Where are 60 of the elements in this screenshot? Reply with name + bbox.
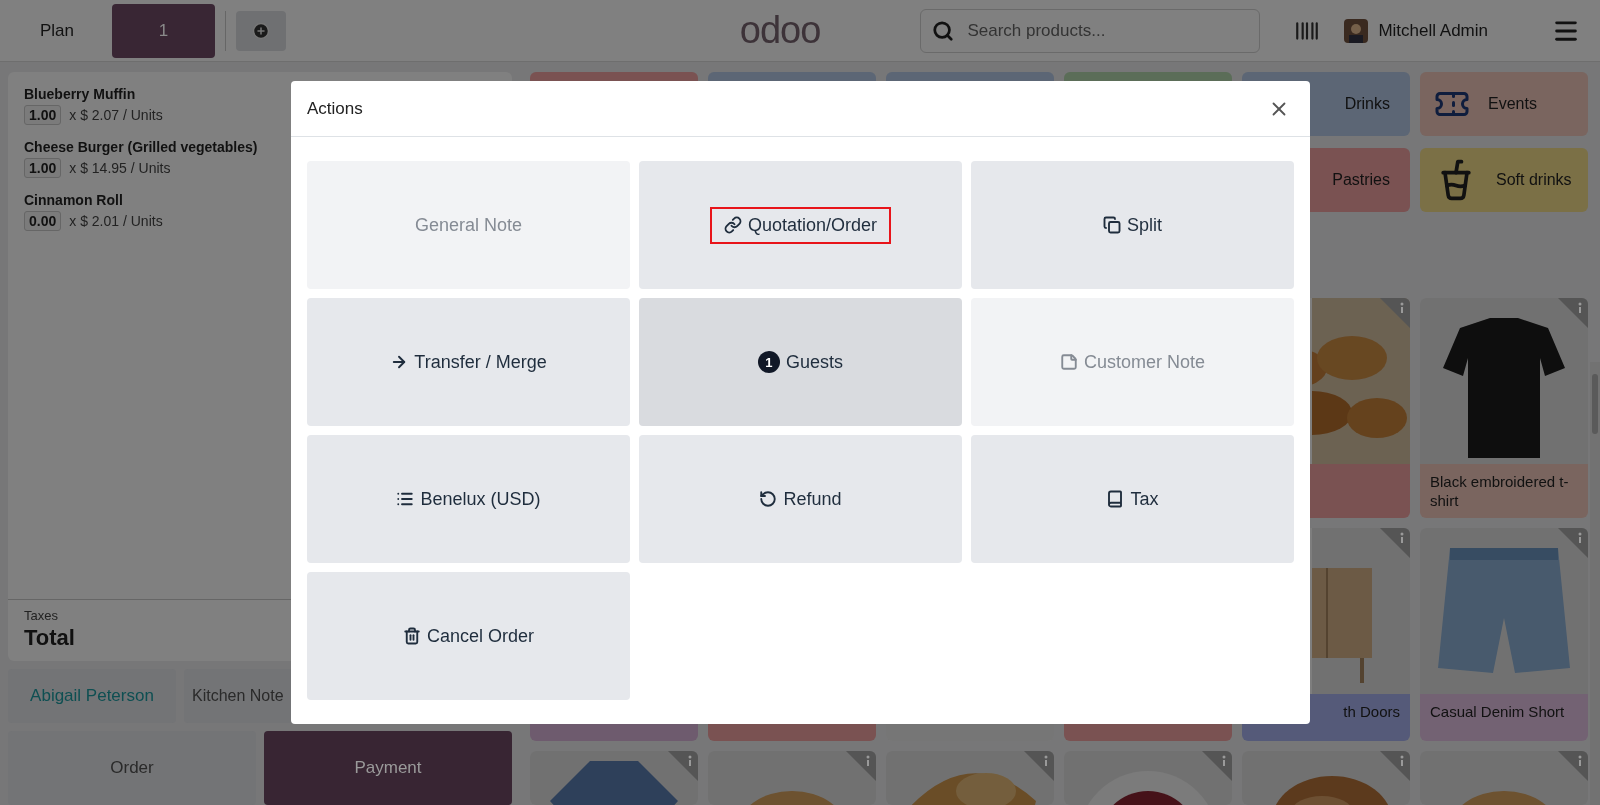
payment-button[interactable]: Payment — [264, 731, 512, 805]
info-icon[interactable] — [1380, 528, 1410, 558]
avatar-icon — [1344, 18, 1369, 43]
quantity: 1.00 — [24, 158, 62, 178]
info-icon[interactable] — [1024, 751, 1054, 781]
info-icon[interactable] — [1558, 528, 1588, 558]
list-icon — [396, 490, 415, 508]
info-icon[interactable] — [1380, 751, 1410, 781]
product-name: th Doors — [1342, 702, 1400, 721]
info-icon[interactable] — [1380, 298, 1410, 328]
action-button[interactable]: Customer Note — [971, 298, 1294, 426]
trash-icon — [402, 627, 421, 645]
action-button[interactable]: Split — [971, 161, 1294, 289]
info-icon[interactable] — [846, 751, 876, 781]
product-name: Cinnamon Roll — [24, 192, 124, 208]
unit-price: x $ 2.07 / Units — [69, 107, 163, 123]
total-label: Total — [24, 625, 75, 651]
product-name: Blueberry Muffin — [24, 86, 137, 102]
action-button[interactable]: Tax — [971, 435, 1294, 563]
action-button[interactable]: 1 Guests — [639, 298, 962, 426]
logo: odoo — [739, 9, 821, 52]
plan-button[interactable]: Plan — [12, 3, 103, 58]
product-card[interactable]: Casual Denim Short — [1420, 528, 1588, 741]
action-button[interactable]: Transfer / Merge — [307, 298, 630, 426]
search-field[interactable]: Search products... — [920, 8, 1261, 53]
action-button[interactable]: Refund — [639, 435, 962, 563]
dialog-title: Actions — [307, 98, 363, 119]
info-icon[interactable] — [1202, 751, 1232, 781]
quantity: 1.00 — [24, 105, 62, 125]
quantity: 0.00 — [24, 211, 62, 231]
plus-icon — [252, 21, 271, 40]
taxes-label: Taxes — [24, 608, 58, 623]
product-name: Cheese Burger (Grilled vegetables) — [24, 139, 258, 155]
order-tab[interactable]: 1 — [112, 3, 216, 58]
order-button[interactable]: Order — [8, 731, 256, 805]
unit-price: x $ 14.95 / Units — [69, 160, 171, 176]
add-order-button[interactable] — [236, 10, 287, 51]
note-icon — [1059, 353, 1078, 371]
action-button[interactable]: Benelux (USD) — [307, 435, 630, 563]
category-tile[interactable]: Soft drinks — [1420, 148, 1588, 212]
copy-icon — [1103, 216, 1121, 234]
product-card[interactable]: Black embroidered t-shirt — [1420, 298, 1588, 518]
info-icon[interactable] — [668, 751, 698, 781]
link-icon — [723, 216, 742, 234]
category-tile[interactable]: Events — [1420, 72, 1588, 136]
count-badge: 1 — [758, 351, 780, 373]
action-button[interactable]: Quotation/Order — [639, 161, 962, 289]
scrollbar[interactable] — [1590, 362, 1600, 805]
user-menu[interactable]: Mitchell Admin — [1338, 17, 1494, 44]
unit-price: x $ 2.01 / Units — [69, 213, 163, 229]
undo-icon — [759, 490, 778, 508]
info-icon[interactable] — [1558, 298, 1588, 328]
product-name: Casual Denim Short — [1430, 702, 1566, 721]
annotation-frame: Quotation/Order — [709, 206, 892, 244]
book-icon — [1106, 490, 1125, 508]
info-icon[interactable] — [1558, 751, 1588, 781]
action-button[interactable]: Cancel Order — [307, 572, 630, 700]
search-icon — [932, 19, 955, 42]
product-name: Black embroidered t-shirt — [1430, 472, 1570, 510]
action-button[interactable]: General Note — [307, 161, 630, 289]
